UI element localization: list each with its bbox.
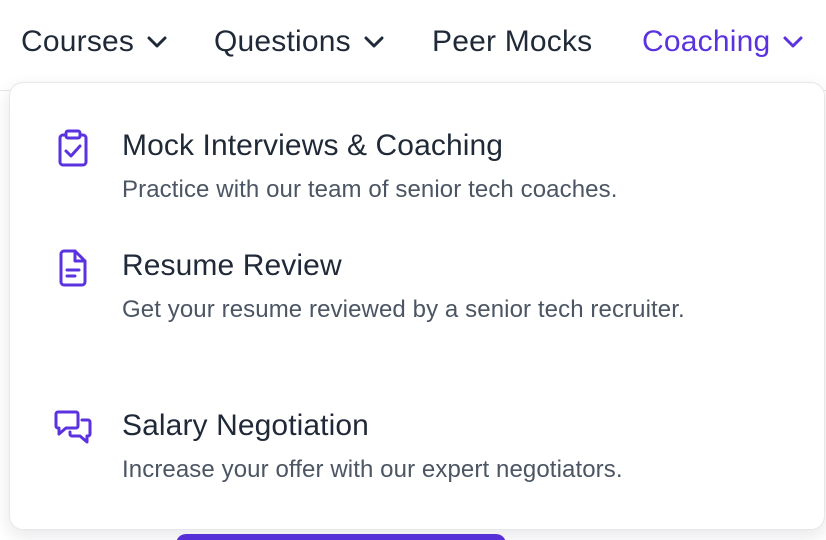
menu-item-mock-interviews[interactable]: Mock Interviews & Coaching Practice with… [10, 119, 826, 219]
nav-item-label: Questions [214, 25, 351, 58]
nav-item-label: Coaching [642, 25, 771, 58]
nav-item-coaching[interactable]: Coaching [642, 22, 804, 62]
nav-item-label: Peer Mocks [432, 25, 593, 58]
background-button [176, 534, 506, 540]
clipboard-check-icon [52, 127, 94, 169]
nav-item-questions[interactable]: Questions [214, 22, 385, 62]
menu-item-salary-negotiation[interactable]: Salary Negotiation Increase your offer w… [10, 399, 826, 499]
menu-item-description: Practice with our team of senior tech co… [122, 176, 618, 203]
chat-bubbles-icon [52, 407, 94, 449]
menu-item-description: Increase your offer with our expert nego… [122, 456, 623, 483]
top-navigation: Courses Questions Peer Mocks Coaching [0, 0, 826, 82]
menu-item-title: Resume Review [122, 249, 342, 282]
nav-item-label: Courses [21, 25, 135, 58]
document-icon [52, 247, 94, 289]
menu-item-title: Mock Interviews & Coaching [122, 129, 504, 162]
chevron-down-icon [363, 35, 385, 49]
nav-item-courses[interactable]: Courses [21, 22, 168, 62]
page: Courses Questions Peer Mocks Coaching Mo… [0, 0, 826, 540]
chevron-down-icon [782, 35, 804, 49]
coaching-dropdown-menu: Mock Interviews & Coaching Practice with… [9, 82, 825, 530]
nav-item-peer-mocks[interactable]: Peer Mocks [432, 22, 592, 62]
chevron-down-icon [146, 35, 168, 49]
menu-item-description: Get your resume reviewed by a senior tec… [122, 296, 685, 323]
menu-item-resume-review[interactable]: Resume Review Get your resume reviewed b… [10, 239, 826, 369]
menu-item-title: Salary Negotiation [122, 409, 369, 442]
